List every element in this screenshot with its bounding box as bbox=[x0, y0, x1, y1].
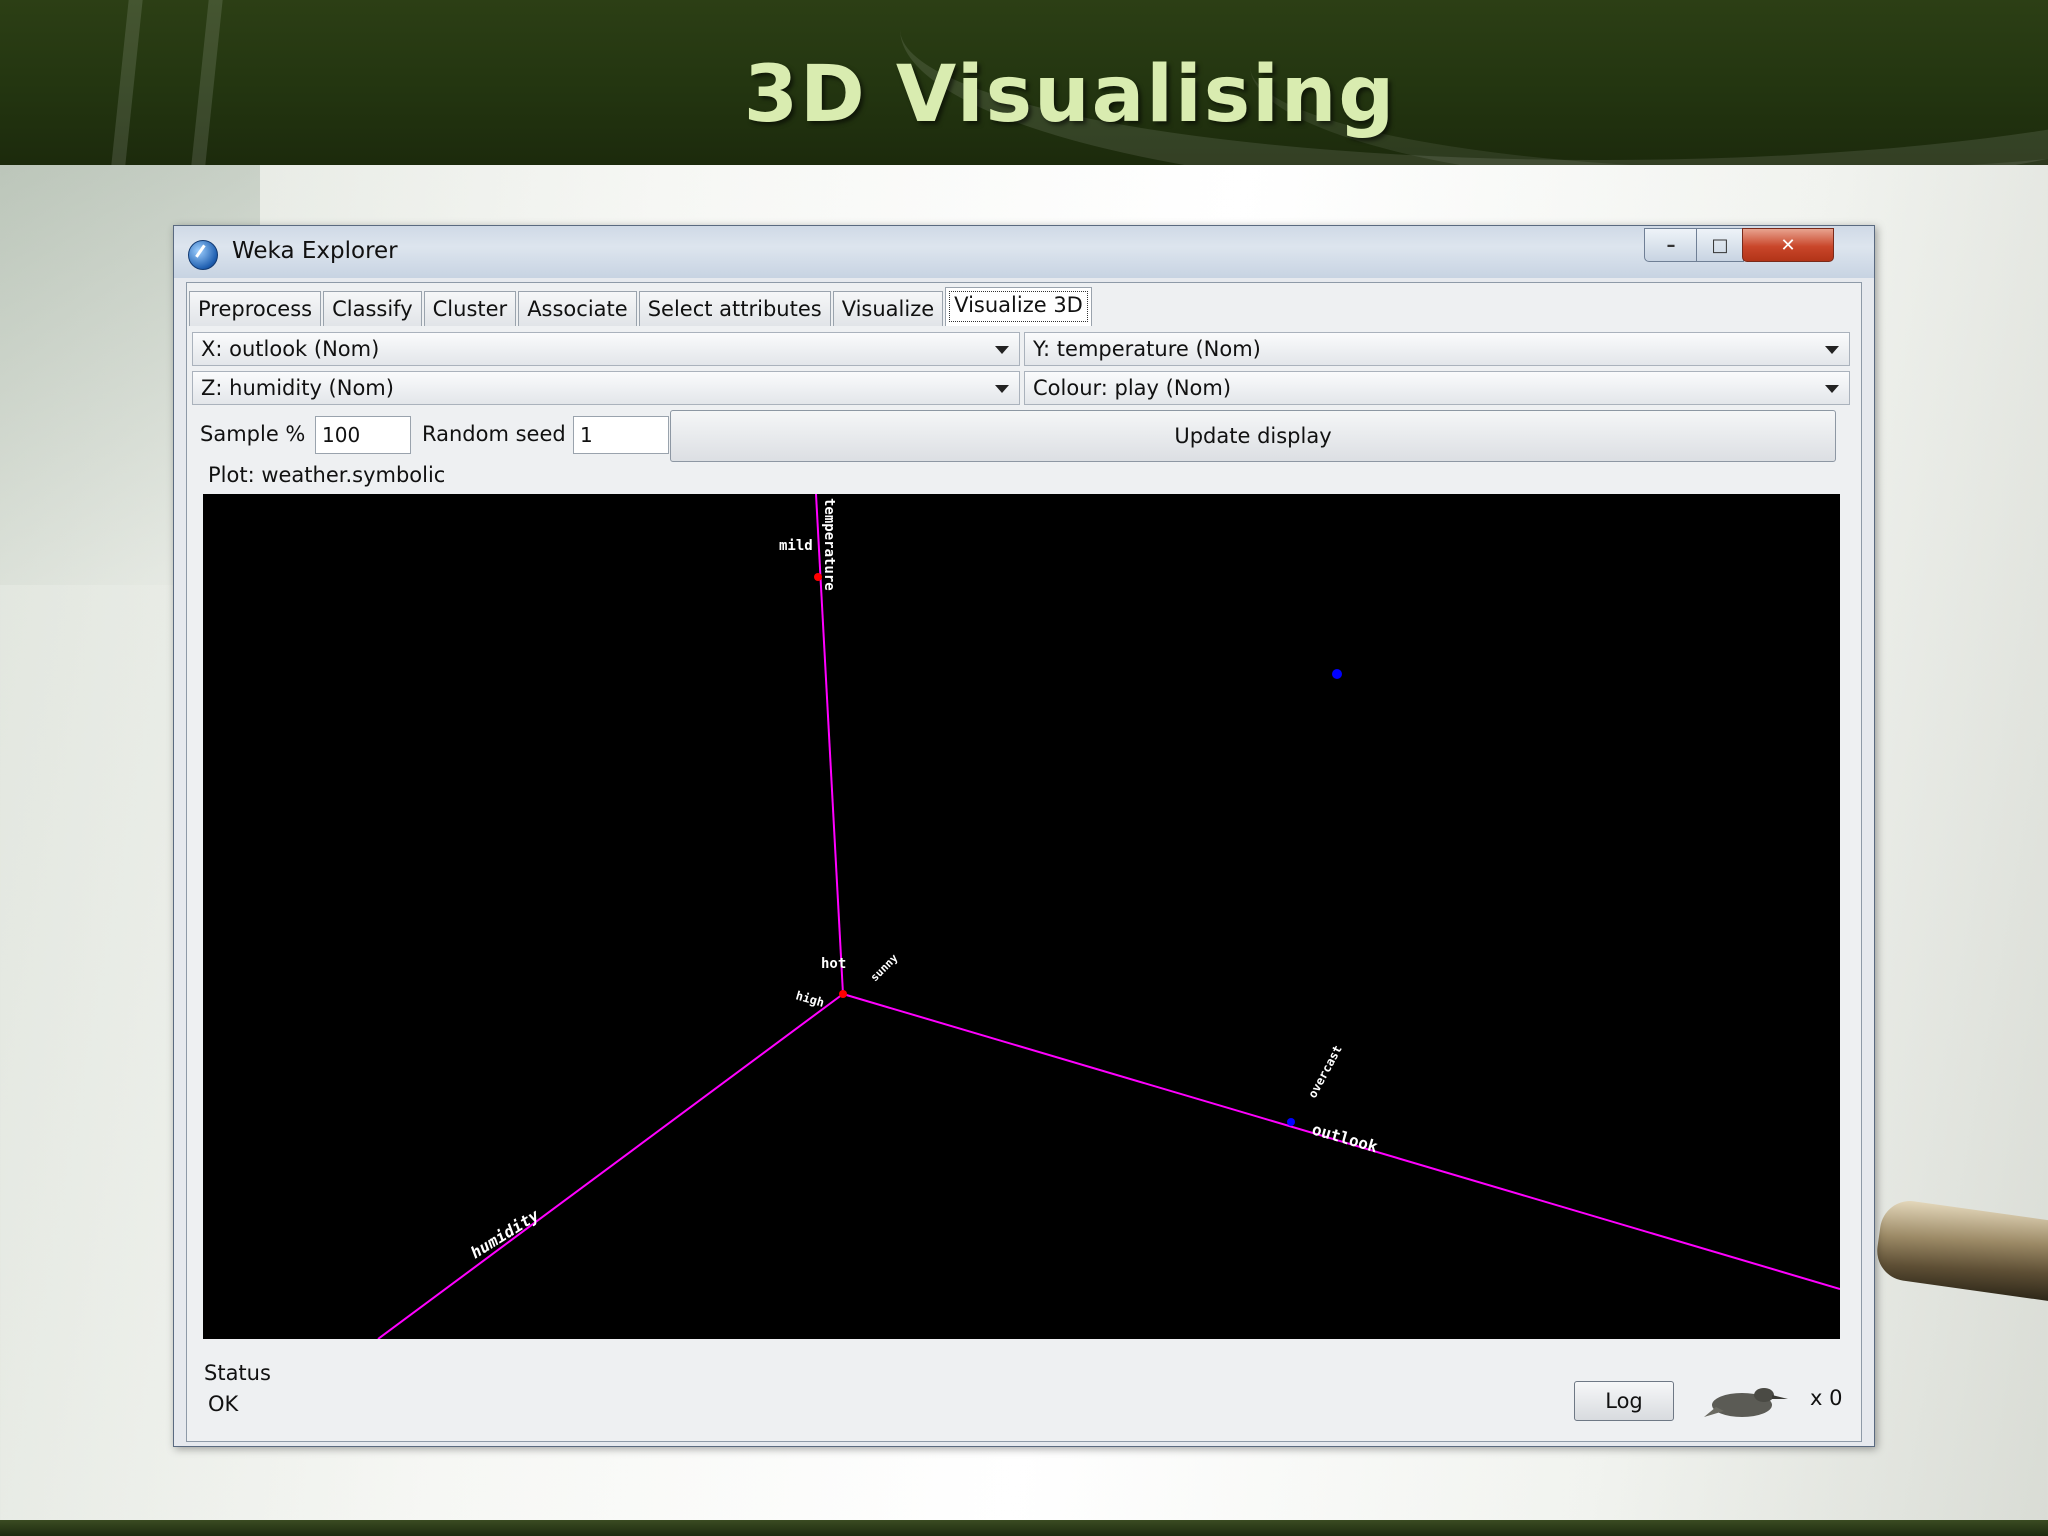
chevron-down-icon bbox=[1825, 385, 1839, 393]
z-axis-line bbox=[377, 993, 844, 1339]
data-point bbox=[814, 573, 822, 581]
chevron-down-icon bbox=[1825, 346, 1839, 354]
data-point bbox=[1332, 669, 1342, 679]
random-seed-input[interactable]: 1 bbox=[573, 416, 669, 454]
tab-associate[interactable]: Associate bbox=[518, 291, 637, 326]
chevron-down-icon bbox=[995, 385, 1009, 393]
y-attribute-select[interactable]: Y: temperature (Nom) bbox=[1024, 332, 1850, 366]
y-attribute-value: Y: temperature (Nom) bbox=[1033, 337, 1261, 361]
window-titlebar[interactable]: Weka Explorer – □ ✕ bbox=[174, 226, 1874, 278]
minimize-button[interactable]: – bbox=[1644, 228, 1698, 262]
sample-percent-label: Sample % bbox=[200, 422, 306, 446]
status-box bbox=[202, 1371, 1532, 1433]
z-tick-label: high bbox=[794, 988, 826, 1009]
data-point bbox=[839, 990, 847, 998]
sample-percent-input[interactable]: 100 bbox=[315, 416, 411, 454]
colour-attribute-value: Colour: play (Nom) bbox=[1033, 376, 1232, 400]
y-axis-title: temperature bbox=[821, 498, 837, 591]
task-count: x 0 bbox=[1810, 1386, 1843, 1410]
x-attribute-select[interactable]: X: outlook (Nom) bbox=[192, 332, 1020, 366]
x-tick-label: overcast bbox=[1305, 1043, 1344, 1101]
chevron-down-icon bbox=[995, 346, 1009, 354]
y-tick-label: mild bbox=[779, 538, 813, 554]
y-tick-label: hot bbox=[821, 956, 846, 972]
z-attribute-select[interactable]: Z: humidity (Nom) bbox=[192, 371, 1020, 405]
pen-decoration bbox=[1873, 1197, 2048, 1303]
x-tick-label: sunny bbox=[868, 951, 901, 984]
random-seed-label: Random seed bbox=[422, 422, 566, 446]
colour-attribute-select[interactable]: Colour: play (Nom) bbox=[1024, 371, 1850, 405]
tab-preprocess[interactable]: Preprocess bbox=[189, 291, 322, 326]
plot-svg: outlook temperature humidity overcast mild ho… bbox=[377, 494, 1840, 1339]
maximize-button[interactable]: □ bbox=[1696, 228, 1744, 262]
log-button[interactable]: Log bbox=[1574, 1381, 1674, 1421]
tab-visualize-3d[interactable]: Visualize 3D bbox=[945, 287, 1092, 326]
z-attribute-value: Z: humidity (Nom) bbox=[201, 376, 394, 400]
tab-select-attributes[interactable]: Select attributes bbox=[638, 291, 831, 326]
weka-app-icon bbox=[188, 240, 218, 270]
close-button[interactable]: ✕ bbox=[1742, 228, 1834, 262]
tab-visualize[interactable]: Visualize bbox=[832, 291, 944, 326]
tab-bar: Preprocess Classify Cluster Associate Se… bbox=[189, 287, 1094, 327]
data-point bbox=[1287, 1118, 1295, 1126]
weka-explorer-window: Weka Explorer – □ ✕ Preprocess Classify … bbox=[173, 225, 1875, 1447]
z-axis-title: humidity bbox=[467, 1205, 543, 1262]
x-attribute-value: X: outlook (Nom) bbox=[201, 337, 380, 361]
tab-cluster[interactable]: Cluster bbox=[423, 291, 517, 326]
plot-canvas[interactable]: outlook temperature humidity overcast mild ho… bbox=[203, 494, 1840, 1339]
slide-header: 3D Visualising bbox=[0, 0, 2048, 165]
tab-classify[interactable]: Classify bbox=[323, 291, 422, 326]
status-text: OK bbox=[208, 1392, 239, 1416]
plot-title: Plot: weather.symbolic bbox=[208, 463, 446, 487]
weka-bird-icon bbox=[1704, 1388, 1788, 1417]
footer-band bbox=[0, 1520, 2048, 1536]
slide-title: 3D Visualising bbox=[743, 50, 1397, 140]
update-display-button[interactable]: Update display bbox=[670, 410, 1836, 462]
window-title: Weka Explorer bbox=[232, 238, 398, 264]
x-axis-title: outlook bbox=[1310, 1120, 1380, 1157]
